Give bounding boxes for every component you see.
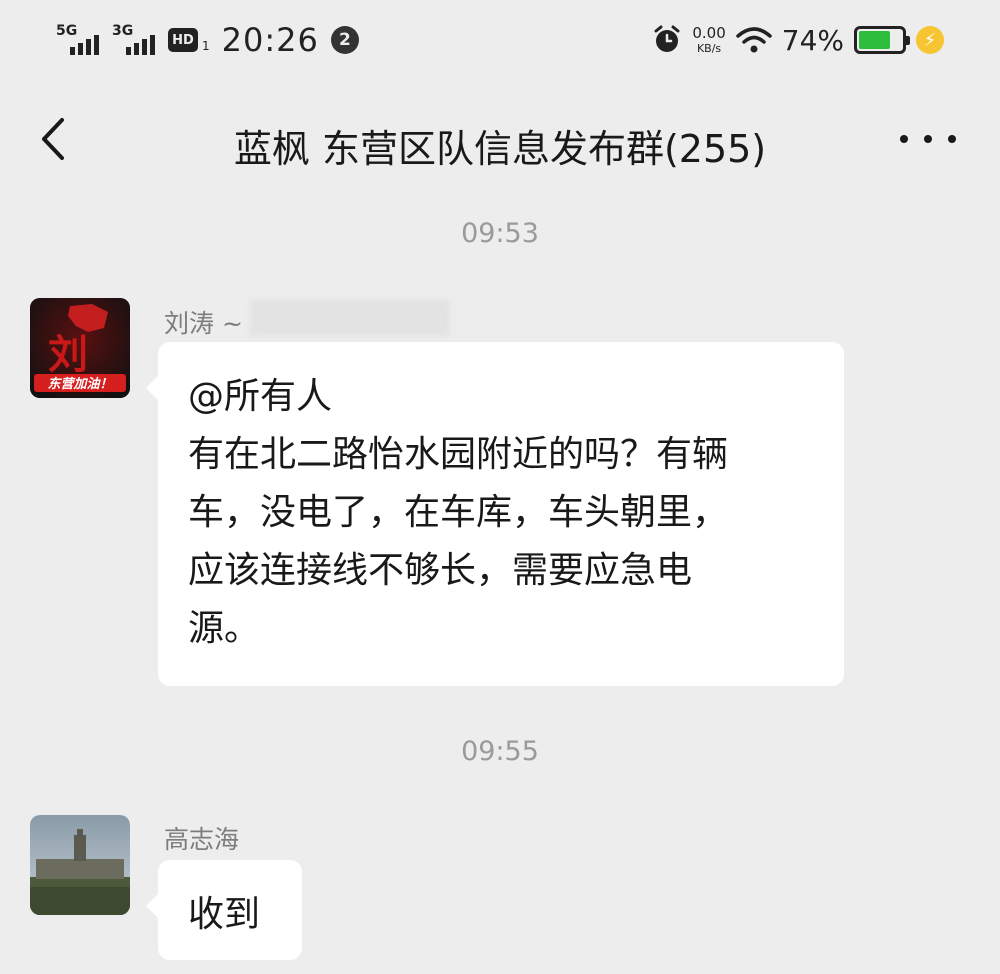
message-line: 源。 [188, 608, 261, 649]
message-line: 车，没电了，在车库，车头朝里， [188, 492, 729, 533]
hd-voice-icon: HD [168, 28, 198, 52]
message-timestamp: 09:55 [461, 736, 539, 767]
message-bubble[interactable]: 收到 [146, 860, 302, 960]
charging-icon: ⚡ [916, 26, 944, 54]
more-dot [924, 135, 932, 143]
net-speed: 0.00 KB/s [692, 24, 726, 55]
notification-count-badge: 2 [330, 26, 359, 54]
message-bubble[interactable]: @所有人 有在北二路怡水园附近的吗？有辆 车，没电了，在车库，车头朝里， 应该连… [146, 342, 844, 686]
signal-5g-icon: 5G [56, 23, 100, 55]
net-speed-value: 0.00 [692, 24, 726, 42]
message-line: 收到 [188, 894, 261, 935]
avatar-image: 刘 东营加油！ [30, 298, 130, 398]
more-dot [948, 135, 956, 143]
status-time: 20:26 [221, 21, 319, 59]
avatar-glyph: 刘 [48, 331, 88, 378]
avatar[interactable] [30, 815, 130, 915]
wifi-icon [736, 27, 772, 53]
avatar-caption: 东营加油！ [47, 376, 112, 392]
battery-percent: 74% [781, 23, 844, 57]
message-line: 有在北二路怡水园附近的吗？有辆 [188, 434, 729, 475]
sender-name: 刘涛 ~ [164, 304, 243, 340]
sender-name: 高志海 [164, 825, 240, 854]
hd-sub-label: 1 [202, 39, 210, 53]
status-bar-right: 0.00 KB/s 74% ⚡ [652, 18, 944, 62]
chat-title: 蓝枫 东营区队信息发布群(255) [233, 127, 767, 171]
message-timestamp: 09:53 [461, 218, 539, 249]
avatar[interactable]: 刘 东营加油！ [30, 298, 130, 398]
redacted-blur [250, 300, 450, 336]
avatar-image [30, 815, 130, 915]
more-options-button[interactable] [900, 124, 956, 154]
alarm-clock-icon [654, 25, 680, 52]
sender-name-text: 刘涛 ~ [164, 309, 243, 338]
battery-level-fill [859, 31, 891, 49]
status-bar-left: 5G 3G HD 1 20:26 2 [56, 18, 359, 62]
message-line: @所有人 [188, 376, 333, 417]
battery-icon [854, 26, 910, 54]
more-dots-icon [900, 135, 908, 143]
status-bar: 5G 3G HD 1 20:26 2 0.00 KB/s 74% ⚡ [0, 0, 1000, 80]
chat-header: 蓝枫 东营区队信息发布群(255) [0, 82, 1000, 198]
signal-3g-icon: 3G [112, 23, 156, 55]
message-line: 应该连接线不够长，需要应急电 [188, 550, 693, 591]
net-speed-unit: KB/s [696, 42, 722, 55]
